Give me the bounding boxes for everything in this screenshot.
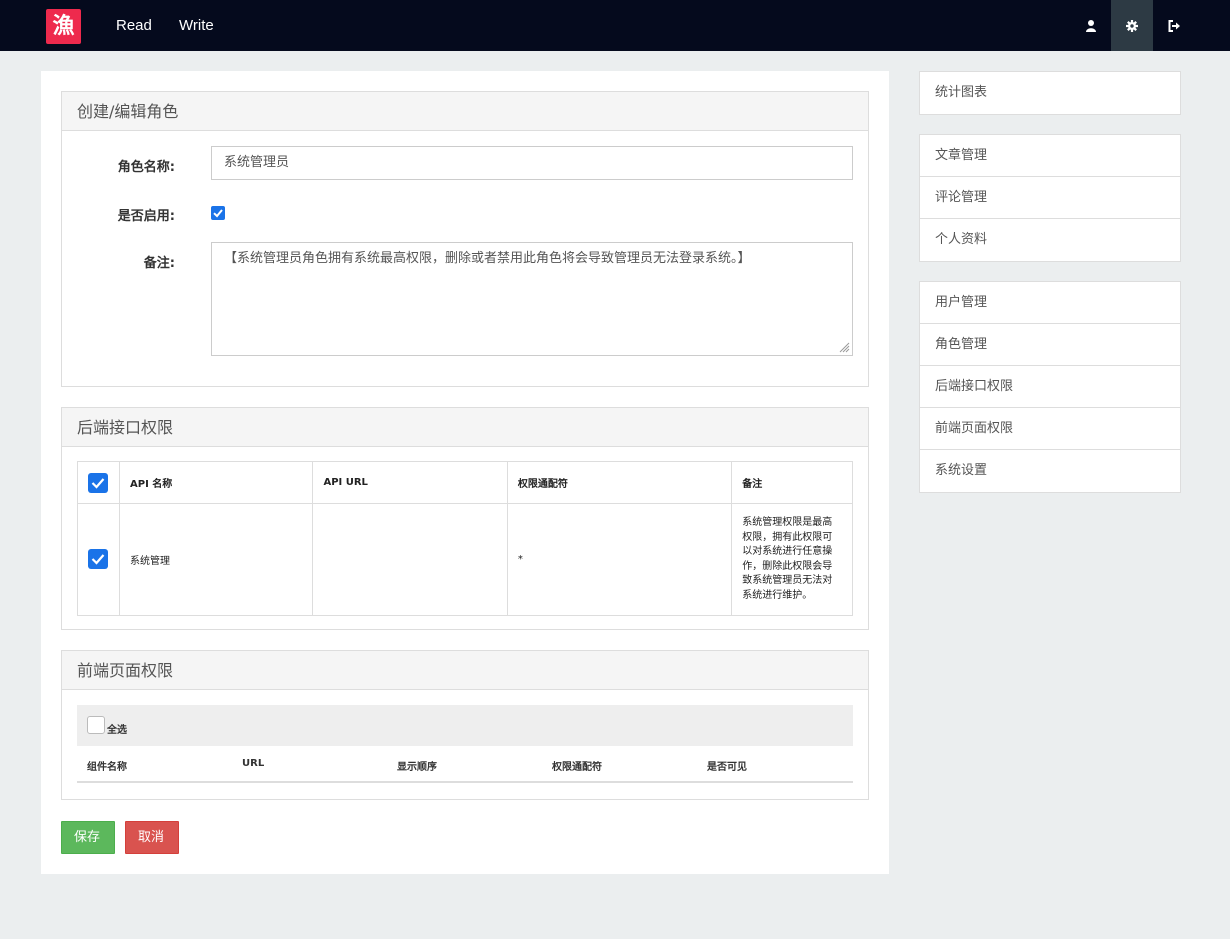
wildcard-cell: * — [506, 503, 733, 616]
nav-read-link[interactable]: Read — [116, 16, 152, 36]
col-wildcard: 权限通配符 — [552, 762, 602, 773]
col-wildcard: 权限通配符 — [506, 461, 733, 504]
panel-title: 后端接口权限 — [62, 408, 868, 447]
sidebar-group-stats: 统计图表 — [919, 71, 1181, 115]
sidebar-item-settings[interactable]: 系统设置 — [920, 450, 1180, 492]
api-note-cell: 系统管理权限是最高权限，拥有此权限可以对系统进行任意操作，删除此权限会导致系统管… — [731, 503, 853, 616]
resize-handle-icon[interactable] — [838, 341, 850, 353]
role-name-input[interactable]: 系统管理员 — [211, 146, 853, 180]
enabled-checkbox[interactable] — [211, 206, 225, 220]
save-button[interactable]: 保存 — [61, 821, 115, 854]
sidebar-item-comments[interactable]: 评论管理 — [920, 177, 1180, 219]
cancel-button[interactable]: 取消 — [125, 821, 179, 854]
sidebar-item-articles[interactable]: 文章管理 — [920, 135, 1180, 177]
col-note: 备注 — [731, 461, 853, 504]
sidebar-group-admin: 用户管理 角色管理 后端接口权限 前端页面权限 系统设置 — [919, 281, 1181, 493]
row-select-cell — [77, 503, 120, 616]
frontend-table-header: 组件名称 URL 显示顺序 权限通配符 是否可见 — [77, 746, 853, 783]
note-textarea[interactable]: 【系统管理员角色拥有系统最高权限，删除或者禁用此角色将会导致管理员无法登录系统。… — [211, 242, 853, 356]
sidebar-item-charts[interactable]: 统计图表 — [920, 72, 1180, 114]
role-edit-panel: 创建/编辑角色 角色名称: 系统管理员 是否启用: 备注: 【系统管理员角色拥有… — [61, 91, 869, 387]
col-api-name: API 名称 — [118, 461, 314, 504]
note-label: 备注: — [143, 256, 175, 271]
col-api-url: API URL — [312, 461, 508, 504]
api-permission-table: API 名称 API URL 权限通配符 备注 系统管理 * 系统管理权限是最高… — [77, 461, 853, 616]
sidebar-item-roles[interactable]: 角色管理 — [920, 324, 1180, 366]
panel-title: 前端页面权限 — [62, 651, 868, 690]
main-content: 创建/编辑角色 角色名称: 系统管理员 是否启用: 备注: 【系统管理员角色拥有… — [41, 71, 889, 874]
col-display-order: 显示顺序 — [397, 762, 437, 773]
select-all-bar: 全选 — [77, 705, 853, 746]
select-all-label: 全选 — [107, 725, 127, 736]
gear-icon[interactable] — [1111, 0, 1153, 51]
sidebar-group-content: 文章管理 评论管理 个人资料 — [919, 134, 1181, 262]
sidebar-item-frontend-permissions[interactable]: 前端页面权限 — [920, 408, 1180, 450]
sidebar-item-users[interactable]: 用户管理 — [920, 282, 1180, 324]
select-all-api-checkbox[interactable] — [88, 473, 108, 493]
top-navbar: 漁 Read Write — [0, 0, 1230, 51]
user-icon[interactable] — [1070, 0, 1112, 51]
col-visible: 是否可见 — [707, 762, 747, 773]
nav-write-link[interactable]: Write — [179, 16, 214, 36]
col-url: URL — [242, 758, 265, 769]
panel-title: 创建/编辑角色 — [62, 92, 868, 131]
enabled-label: 是否启用: — [117, 209, 175, 224]
api-name-cell: 系统管理 — [118, 503, 314, 616]
frontend-permission-panel: 前端页面权限 全选 组件名称 URL 显示顺序 权限通配符 是否可见 — [61, 650, 869, 800]
select-all-frontend-checkbox[interactable] — [87, 716, 105, 734]
sign-out-icon[interactable] — [1153, 0, 1195, 51]
site-logo[interactable]: 漁 — [46, 9, 81, 44]
table-row: 系统管理 * 系统管理权限是最高权限，拥有此权限可以对系统进行任意操作，删除此权… — [77, 503, 853, 616]
col-component-name: 组件名称 — [87, 762, 127, 773]
api-url-cell — [312, 503, 508, 616]
sidebar-item-api-permissions[interactable]: 后端接口权限 — [920, 366, 1180, 408]
row-checkbox[interactable] — [88, 549, 108, 569]
table-header-row: API 名称 API URL 权限通配符 备注 — [77, 461, 853, 504]
sidebar-item-profile[interactable]: 个人资料 — [920, 219, 1180, 261]
select-all-cell — [77, 461, 120, 504]
api-permission-panel: 后端接口权限 API 名称 API URL 权限通配符 备注 系统管理 * 系统… — [61, 407, 869, 630]
note-text: 【系统管理员角色拥有系统最高权限，删除或者禁用此角色将会导致管理员无法登录系统。… — [224, 251, 751, 266]
role-name-label: 角色名称: — [117, 160, 175, 175]
